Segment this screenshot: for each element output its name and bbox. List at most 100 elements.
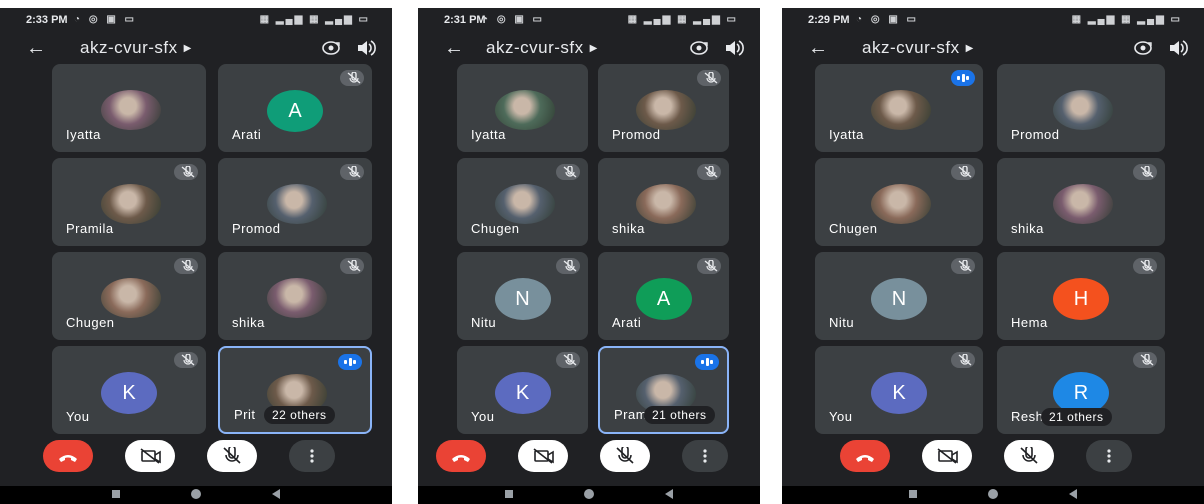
meeting-title[interactable]: akz-cvur-sfx ▶ <box>486 38 598 58</box>
mic-off-button[interactable] <box>1004 440 1054 472</box>
participant-tile[interactable]: Iyatta <box>815 64 983 152</box>
mic-off-icon <box>556 352 580 368</box>
home-icon[interactable] <box>191 489 201 499</box>
arrow-left-icon[interactable]: ← <box>808 38 828 58</box>
camera-switch-icon[interactable] <box>688 40 710 56</box>
participant-name: Chugen <box>66 315 115 330</box>
profile-photo-image <box>1053 90 1113 130</box>
avatar-initial: K <box>101 372 157 414</box>
mic-off-icon <box>1133 352 1157 368</box>
system-nav-bar <box>782 486 1204 504</box>
status-time: 2:29 PM <box>808 14 850 26</box>
speaker-icon[interactable] <box>724 40 744 56</box>
mic-off-icon <box>340 164 364 180</box>
participant-tile[interactable]: shika <box>598 158 729 246</box>
caret-right-icon: ▶ <box>965 43 974 54</box>
profile-photo <box>871 90 931 132</box>
mic-off-icon <box>174 164 198 180</box>
participant-tile[interactable]: Pram 21 others <box>598 346 729 434</box>
participant-tile[interactable]: N Nitu <box>457 252 588 340</box>
participant-tile[interactable]: Chugen <box>52 252 206 340</box>
others-count-pill[interactable]: 21 others <box>1041 408 1112 426</box>
profile-photo-image <box>635 90 696 130</box>
home-icon[interactable] <box>988 489 998 499</box>
meeting-header: ← akz-cvur-sfx ▶ <box>418 34 760 66</box>
camera-switch-icon[interactable] <box>320 40 342 56</box>
participant-tile[interactable]: N Nitu <box>815 252 983 340</box>
end-call-button[interactable] <box>43 440 93 472</box>
more-options-button[interactable] <box>682 440 728 472</box>
participant-name: Hema <box>1011 315 1048 330</box>
profile-photo <box>871 184 931 226</box>
meeting-title[interactable]: akz-cvur-sfx ▶ <box>862 38 974 58</box>
participant-tile[interactable]: Iyatta <box>457 64 588 152</box>
participant-tile[interactable]: H Hema <box>997 252 1165 340</box>
participant-tile[interactable]: shika <box>218 252 372 340</box>
participant-tile[interactable]: Pramila <box>52 158 206 246</box>
participant-tile[interactable]: A Arati <box>598 252 729 340</box>
profile-photo-image <box>101 90 161 130</box>
participant-tile[interactable]: Promod <box>598 64 729 152</box>
participant-tile[interactable]: Iyatta <box>52 64 206 152</box>
participant-tile[interactable]: K You <box>52 346 206 434</box>
camera-switch-icon[interactable] <box>1132 40 1154 56</box>
participant-tile[interactable]: shika <box>997 158 1165 246</box>
profile-photo <box>101 90 161 132</box>
system-nav-bar <box>0 486 392 504</box>
back-nav-icon[interactable] <box>1069 489 1077 499</box>
system-nav-bar <box>418 486 760 504</box>
recents-icon[interactable] <box>112 490 120 498</box>
participant-tile[interactable]: K You <box>457 346 588 434</box>
audio-levels-icon <box>338 354 362 370</box>
more-options-button[interactable] <box>1086 440 1132 472</box>
others-count-pill[interactable]: 21 others <box>644 406 715 424</box>
meeting-title-text: akz-cvur-sfx <box>80 38 178 57</box>
profile-photo-image <box>494 184 555 224</box>
mic-off-button[interactable] <box>600 440 650 472</box>
more-options-button[interactable] <box>289 440 335 472</box>
others-count-pill[interactable]: 22 others <box>264 406 335 424</box>
participant-name: Resh <box>1011 409 1044 424</box>
participant-name: Arati <box>232 127 262 142</box>
participant-tile[interactable]: A Arati <box>218 64 372 152</box>
mic-off-icon <box>340 258 364 274</box>
meeting-title[interactable]: akz-cvur-sfx ▶ <box>80 38 192 58</box>
profile-photo <box>494 90 555 132</box>
mic-off-icon <box>951 352 975 368</box>
profile-photo <box>635 184 696 226</box>
caret-right-icon: ▶ <box>183 43 192 54</box>
back-nav-icon[interactable] <box>272 489 280 499</box>
participant-name: Pram <box>614 407 648 422</box>
end-call-button[interactable] <box>436 440 486 472</box>
speaker-icon[interactable] <box>1168 40 1188 56</box>
home-icon[interactable] <box>584 489 594 499</box>
participant-tile[interactable]: K You <box>815 346 983 434</box>
end-call-button[interactable] <box>840 440 890 472</box>
participant-tile[interactable]: Promod <box>997 64 1165 152</box>
mic-off-icon <box>1133 258 1157 274</box>
speaker-icon[interactable] <box>356 40 376 56</box>
meeting-title-text: akz-cvur-sfx <box>486 38 584 57</box>
participant-name: Pramila <box>66 221 114 236</box>
avatar-initial: N <box>871 278 927 320</box>
participant-tile[interactable]: Chugen <box>457 158 588 246</box>
participant-tile[interactable]: Promod <box>218 158 372 246</box>
participant-name: Iyatta <box>471 127 506 142</box>
participant-name: Promod <box>232 221 281 236</box>
camera-off-button[interactable] <box>922 440 972 472</box>
participant-tile[interactable]: Chugen <box>815 158 983 246</box>
arrow-left-icon[interactable]: ← <box>444 38 464 58</box>
mic-off-button[interactable] <box>207 440 257 472</box>
arrow-left-icon[interactable]: ← <box>26 38 46 58</box>
participant-name: You <box>471 409 495 424</box>
participant-tile[interactable]: Prit 22 others <box>218 346 372 434</box>
recents-icon[interactable] <box>505 490 513 498</box>
camera-off-button[interactable] <box>518 440 568 472</box>
mic-off-icon <box>556 164 580 180</box>
camera-off-button[interactable] <box>125 440 175 472</box>
recents-icon[interactable] <box>909 490 917 498</box>
call-controls <box>0 440 392 474</box>
back-nav-icon[interactable] <box>665 489 673 499</box>
participant-name: Promod <box>1011 127 1060 142</box>
participant-tile[interactable]: R Resh 21 others <box>997 346 1165 434</box>
